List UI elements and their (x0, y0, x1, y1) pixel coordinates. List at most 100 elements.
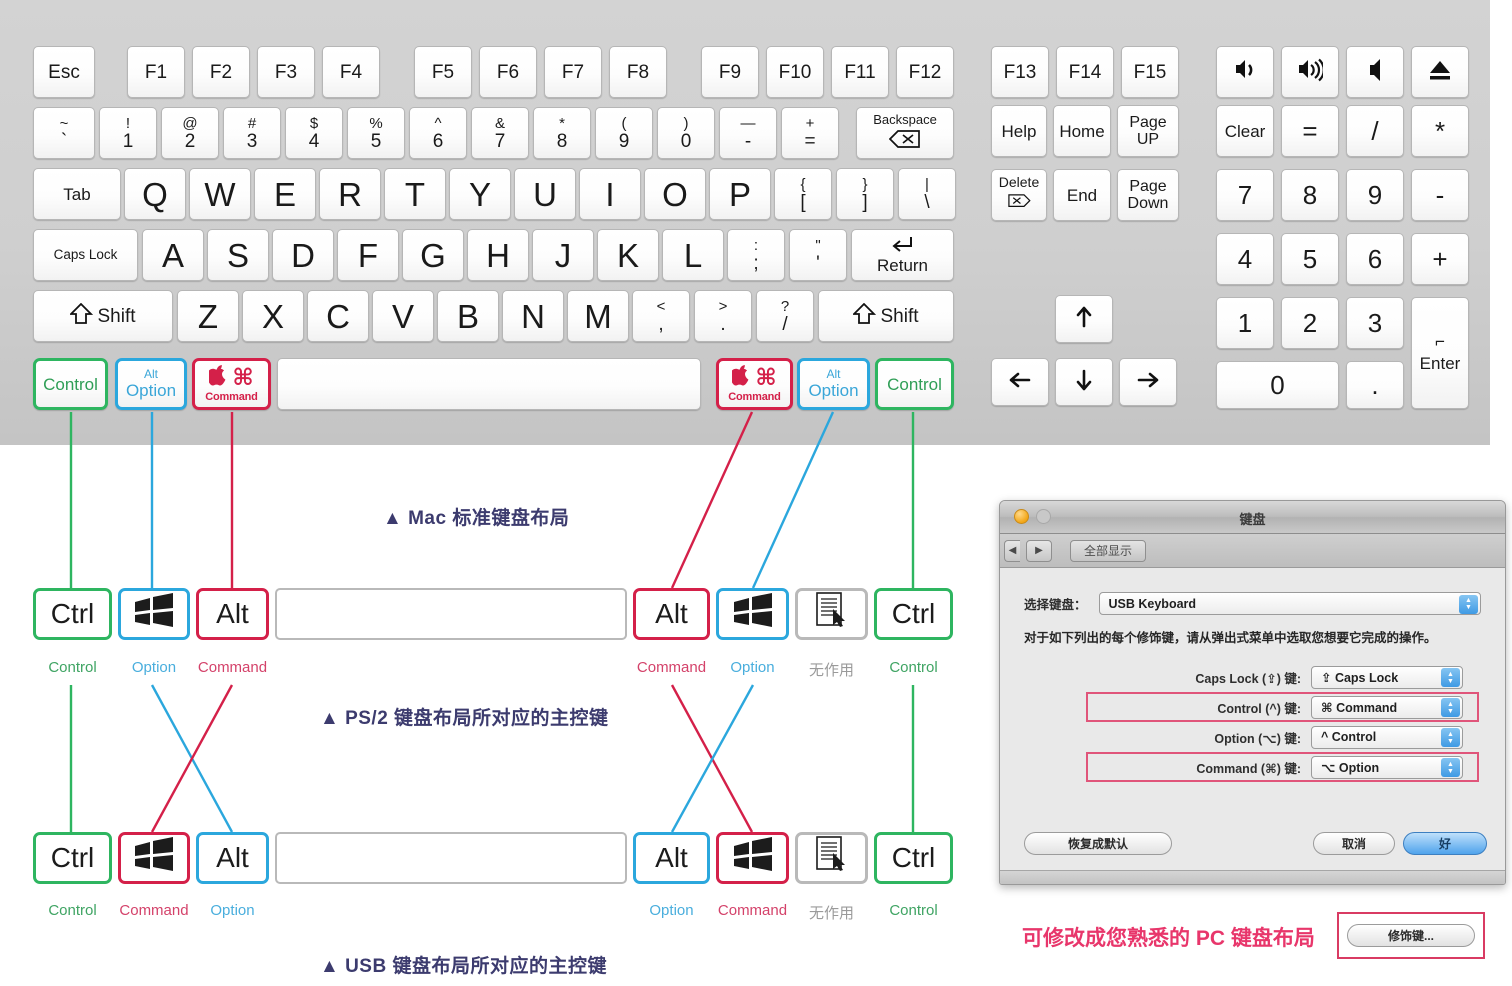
key-4[interactable]: $4 (285, 107, 343, 159)
key-0[interactable]: ) 0 (657, 107, 715, 159)
key-control-left[interactable]: Control (33, 358, 108, 410)
key-r[interactable]: R (319, 168, 381, 220)
key-f8[interactable]: F8 (609, 46, 667, 98)
key-bracket[interactable]: | \ (898, 168, 956, 220)
pckey-space[interactable] (275, 832, 627, 884)
key-caps-lock[interactable]: Caps Lock (33, 229, 138, 281)
key-k[interactable]: K (597, 229, 659, 281)
pckey-alt-left[interactable]: Alt (196, 588, 269, 640)
key-f5[interactable]: F5 (414, 46, 472, 98)
key-3[interactable]: #3 (223, 107, 281, 159)
key-shift-left[interactable]: Shift (33, 290, 173, 342)
restore-defaults-button[interactable]: 恢复成默认 (1024, 832, 1172, 855)
key-punct[interactable]: <, (632, 290, 690, 342)
key-arrow-down[interactable] (1055, 358, 1113, 406)
key-f12[interactable]: F12 (896, 46, 954, 98)
key-n[interactable]: N (502, 290, 564, 342)
key-a[interactable]: A (142, 229, 204, 281)
pckey-alt-right[interactable]: Alt (633, 832, 710, 884)
cancel-button[interactable]: 取消 (1313, 832, 1395, 855)
key-numpad-7[interactable]: 7 (1216, 169, 1274, 221)
key-numpad-=[interactable]: = (1281, 105, 1339, 157)
key-s[interactable]: S (207, 229, 269, 281)
key-command-left[interactable]: ⌘ Command (192, 358, 271, 410)
key-f9[interactable]: F9 (701, 46, 759, 98)
key-shift-right[interactable]: Shift (818, 290, 954, 342)
key-command-right[interactable]: ⌘ Command (716, 358, 793, 410)
pckey-space[interactable] (275, 588, 627, 640)
key-p[interactable]: P (709, 168, 771, 220)
key-help[interactable]: Help (991, 105, 1047, 157)
key-punct[interactable]: " ' (789, 229, 847, 281)
key-numpad-0[interactable]: 0 (1216, 361, 1339, 409)
key-b[interactable]: B (437, 290, 499, 342)
modifier-row-popup[interactable]: ⌘ Command ▲ ▼ (1311, 695, 1463, 719)
key-f10[interactable]: F10 (766, 46, 824, 98)
key-numpad-*[interactable]: * (1411, 105, 1469, 157)
key-w[interactable]: W (189, 168, 251, 220)
key-i[interactable]: I (579, 168, 641, 220)
key-page-up[interactable]: Page UP (1117, 105, 1179, 157)
key-numpad-5[interactable]: 5 (1281, 233, 1339, 285)
key-q[interactable]: Q (124, 168, 186, 220)
key-backspace[interactable]: Backspace (856, 107, 954, 159)
key-y[interactable]: Y (449, 168, 511, 220)
key-h[interactable]: H (467, 229, 529, 281)
key-punct[interactable]: :; (727, 229, 785, 281)
key-u[interactable]: U (514, 168, 576, 220)
key-bracket[interactable]: }] (836, 168, 894, 220)
key-option-left[interactable]: Alt Option (115, 358, 187, 410)
key-8[interactable]: * 8 (533, 107, 591, 159)
pckey-alt-right[interactable]: Alt (633, 588, 710, 640)
key-`[interactable]: ~ ` (33, 107, 95, 159)
key-numpad-+[interactable]: + (1411, 233, 1469, 285)
key-punct[interactable]: ? / (756, 290, 814, 342)
key-v[interactable]: V (372, 290, 434, 342)
key-x[interactable]: X (242, 290, 304, 342)
pckey-alt-left[interactable]: Alt (196, 832, 269, 884)
key-volume-low[interactable] (1216, 46, 1274, 98)
key-control-right[interactable]: Control (875, 358, 954, 410)
pckey-ctrl-right[interactable]: Ctrl (874, 588, 953, 640)
key-numpad-1[interactable]: 1 (1216, 297, 1274, 349)
key-1[interactable]: ! 1 (99, 107, 157, 159)
key-m[interactable]: M (567, 290, 629, 342)
modifier-row-popup[interactable]: ⇪ Caps Lock ▲ ▼ (1311, 665, 1463, 689)
back-button[interactable]: ◀ (1004, 539, 1020, 562)
key-c[interactable]: C (307, 290, 369, 342)
key-numpad-4[interactable]: 4 (1216, 233, 1274, 285)
key-esc[interactable]: Esc (33, 46, 95, 98)
key-numpad-enter[interactable]: ⌐ Enter (1411, 297, 1469, 409)
key-f3[interactable]: F3 (257, 46, 315, 98)
key-volume-high[interactable] (1281, 46, 1339, 98)
key-f1[interactable]: F1 (127, 46, 185, 98)
key-numpad-9[interactable]: 9 (1346, 169, 1404, 221)
key-f4[interactable]: F4 (322, 46, 380, 98)
key-f6[interactable]: F6 (479, 46, 537, 98)
key-numpad-8[interactable]: 8 (1281, 169, 1339, 221)
modifier-row-popup[interactable]: ⌥ Option ▲ ▼ (1311, 755, 1463, 779)
key-6[interactable]: ^ 6 (409, 107, 467, 159)
pckey-win-left[interactable] (118, 588, 190, 640)
keyboard-select-popup[interactable]: USB Keyboard ▲ ▼ (1098, 592, 1481, 615)
key-numpad-6[interactable]: 6 (1346, 233, 1404, 285)
modifier-row-popup[interactable]: ^ Control ▲ ▼ (1311, 725, 1463, 749)
key-=[interactable]: + = (781, 107, 839, 159)
pckey-ctrl-right[interactable]: Ctrl (874, 832, 953, 884)
pckey-menu-key[interactable] (795, 588, 868, 640)
pckey-win-left[interactable] (118, 832, 190, 884)
key-punct[interactable]: >. (694, 290, 752, 342)
key--[interactable]: — - (719, 107, 777, 159)
key-numpad-/[interactable]: / (1346, 105, 1404, 157)
key-page-down[interactable]: Page Down (1117, 169, 1179, 221)
key-arrow-up[interactable] (1055, 295, 1113, 343)
key-f13[interactable]: F13 (991, 46, 1049, 98)
key-f[interactable]: F (337, 229, 399, 281)
key-option-right[interactable]: Alt Option (797, 358, 870, 410)
key-bracket[interactable]: {[ (774, 168, 832, 220)
pckey-ctrl-left[interactable]: Ctrl (33, 832, 112, 884)
pckey-win-right[interactable] (716, 832, 789, 884)
key-z[interactable]: Z (177, 290, 239, 342)
ok-button[interactable]: 好 (1403, 832, 1487, 855)
key-f2[interactable]: F2 (192, 46, 250, 98)
